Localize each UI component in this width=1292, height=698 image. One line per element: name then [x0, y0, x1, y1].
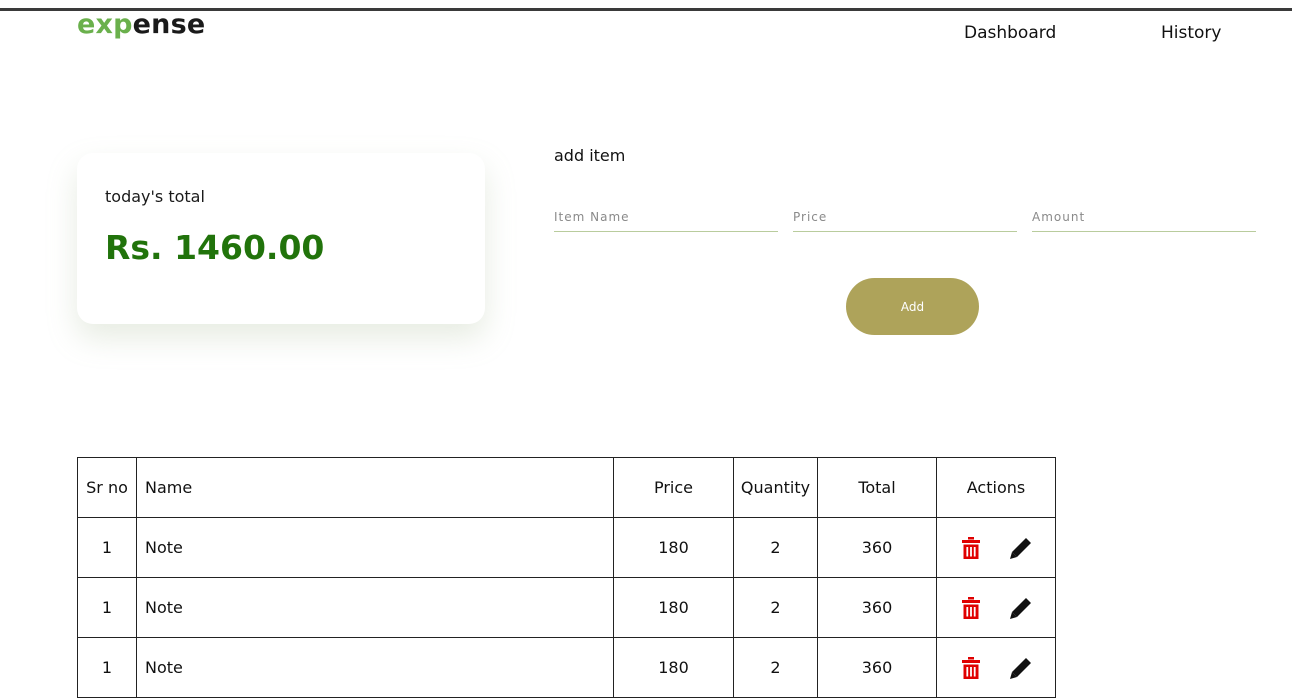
todays-total-amount: Rs. 1460.00 — [105, 228, 325, 267]
item-name-input[interactable] — [554, 203, 778, 232]
cell-sr-no: 1 — [77, 577, 137, 638]
nav-history[interactable]: History — [1161, 23, 1221, 43]
header-sr-no: Sr no — [77, 457, 137, 518]
logo-part-2: ense — [132, 9, 206, 40]
cell-quantity: 2 — [733, 577, 818, 638]
expense-table: Sr no Name Price Quantity Total Actions … — [77, 457, 1056, 698]
trash-icon[interactable] — [959, 596, 983, 620]
logo-part-1: exp — [77, 9, 133, 40]
cell-price: 180 — [613, 517, 734, 578]
trash-icon[interactable] — [959, 656, 983, 680]
trash-icon[interactable] — [959, 536, 983, 560]
price-input[interactable] — [793, 203, 1017, 232]
cell-sr-no: 1 — [77, 637, 137, 698]
pencil-icon[interactable] — [1009, 596, 1033, 620]
table-row: 1 Note 180 2 360 — [77, 517, 1056, 578]
table-row: 1 Note 180 2 360 — [77, 637, 1056, 698]
cell-quantity: 2 — [733, 637, 818, 698]
header-price: Price — [613, 457, 734, 518]
cell-total: 360 — [817, 517, 937, 578]
cell-name: Note — [136, 577, 614, 638]
table-header-row: Sr no Name Price Quantity Total Actions — [77, 457, 1056, 518]
cell-actions — [936, 577, 1056, 638]
add-button[interactable]: Add — [846, 278, 979, 335]
cell-actions — [936, 637, 1056, 698]
logo[interactable]: expense — [77, 9, 205, 40]
cell-price: 180 — [613, 577, 734, 638]
cell-total: 360 — [817, 637, 937, 698]
cell-sr-no: 1 — [77, 517, 137, 578]
cell-name: Note — [136, 517, 614, 578]
header-total: Total — [817, 457, 937, 518]
header-quantity: Quantity — [733, 457, 818, 518]
todays-total-card: today's total Rs. 1460.00 — [77, 153, 485, 324]
add-item-title: add item — [554, 146, 626, 165]
todays-total-label: today's total — [105, 187, 205, 206]
pencil-icon[interactable] — [1009, 536, 1033, 560]
cell-price: 180 — [613, 637, 734, 698]
cell-actions — [936, 517, 1056, 578]
cell-quantity: 2 — [733, 517, 818, 578]
header-actions: Actions — [936, 457, 1056, 518]
header-name: Name — [136, 457, 614, 518]
pencil-icon[interactable] — [1009, 656, 1033, 680]
table-row: 1 Note 180 2 360 — [77, 577, 1056, 638]
amount-input[interactable] — [1032, 203, 1256, 232]
cell-total: 360 — [817, 577, 937, 638]
nav-dashboard[interactable]: Dashboard — [964, 23, 1056, 43]
cell-name: Note — [136, 637, 614, 698]
